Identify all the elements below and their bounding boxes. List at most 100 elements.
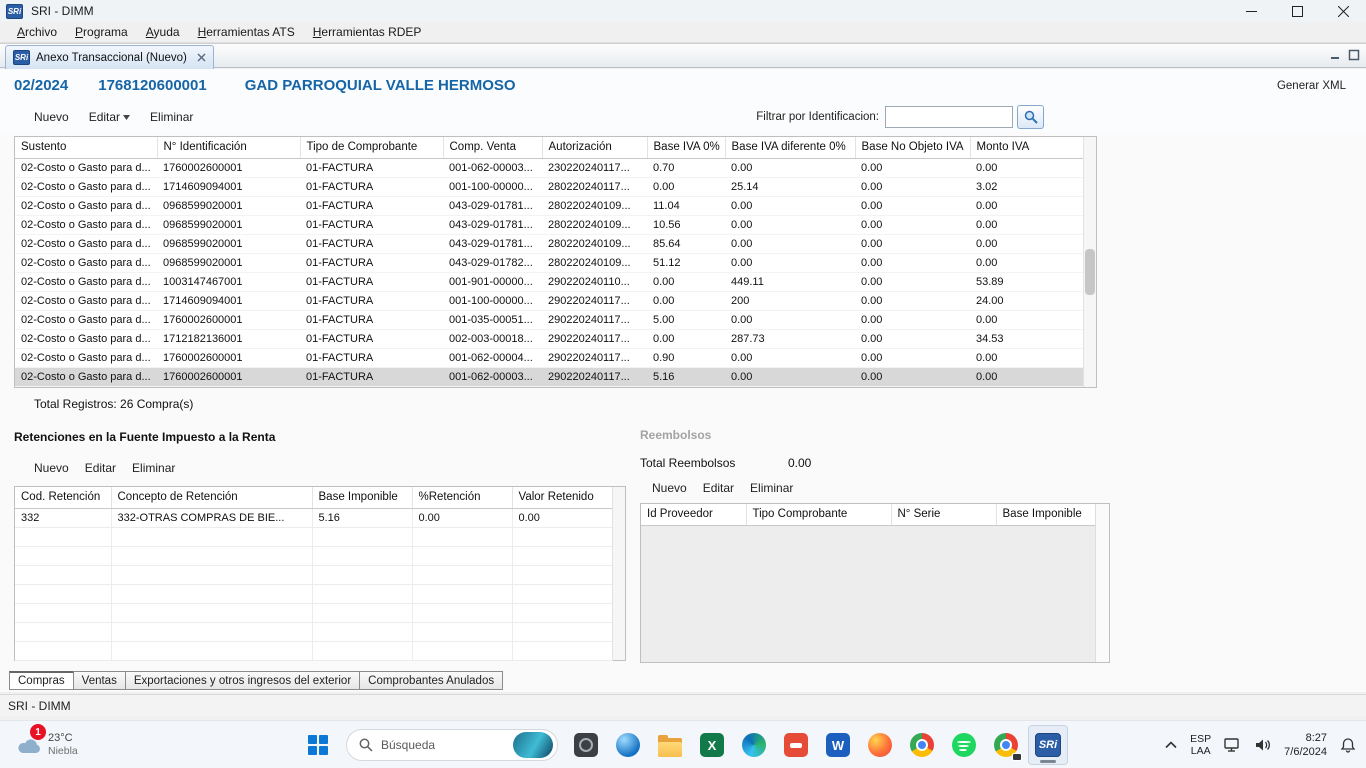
vertical-scrollbar[interactable]: [1083, 137, 1096, 387]
dark-camera-app-icon[interactable]: [566, 725, 606, 765]
tab-sri-icon: SRi: [13, 50, 30, 65]
close-button[interactable]: [1320, 0, 1366, 22]
reembolsos-title: Reembolsos: [640, 428, 711, 442]
editar-button[interactable]: Editar: [89, 110, 130, 124]
network-icon[interactable]: [1224, 738, 1242, 752]
chrome-controller-icon[interactable]: [986, 725, 1026, 765]
table-row[interactable]: 02-Costo o Gasto para d...17121821360010…: [15, 329, 1084, 348]
maximize-view-icon[interactable]: [1348, 49, 1360, 61]
table-row[interactable]: 02-Costo o Gasto para d...09685990200010…: [15, 215, 1084, 234]
table-row[interactable]: 02-Costo o Gasto para d...17600026000010…: [15, 310, 1084, 329]
tab-anexo-transaccional[interactable]: SRi Anexo Transaccional (Nuevo): [5, 45, 214, 69]
edge-icon[interactable]: [734, 725, 774, 765]
weather-widget[interactable]: 1 23°C Niebla: [8, 721, 86, 768]
menu-ayuda[interactable]: Ayuda: [137, 23, 189, 41]
ret-eliminar-button[interactable]: Eliminar: [132, 461, 175, 475]
excel-icon[interactable]: X: [692, 725, 732, 765]
chrome-icon[interactable]: [902, 725, 942, 765]
eliminar-button[interactable]: Eliminar: [150, 110, 193, 124]
table-row[interactable]: 02-Costo o Gasto para d...17146090940010…: [15, 291, 1084, 310]
column-header[interactable]: Base IVA diferente 0%: [725, 137, 855, 158]
table-cell: 24.00: [970, 291, 1084, 310]
table-cell: 0.00: [647, 291, 725, 310]
column-header[interactable]: Id Proveedor: [641, 504, 746, 525]
firefox-icon[interactable]: [860, 725, 900, 765]
table-cell: 10.56: [647, 215, 725, 234]
clock[interactable]: 8:27 7/6/2024: [1284, 731, 1327, 759]
word-icon[interactable]: W: [818, 725, 858, 765]
column-header[interactable]: Comp. Venta: [443, 137, 542, 158]
tab-exportaciones[interactable]: Exportaciones y otros ingresos del exter…: [125, 671, 360, 690]
table-cell: 0.00: [855, 234, 970, 253]
table-row[interactable]: 02-Costo o Gasto para d...09685990200010…: [15, 196, 1084, 215]
filter-input[interactable]: [885, 106, 1013, 128]
column-header[interactable]: Base Imponible: [312, 487, 412, 508]
empty-table-row: [15, 584, 612, 603]
ret-vertical-scrollbar[interactable]: [612, 487, 625, 660]
column-header[interactable]: Tipo de Comprobante: [300, 137, 443, 158]
column-header[interactable]: Tipo Comprobante: [746, 504, 891, 525]
column-header[interactable]: Base Imponible: [996, 504, 1097, 525]
column-header[interactable]: Base IVA 0%: [647, 137, 725, 158]
sri-dimm-taskbar-button[interactable]: SRi: [1028, 725, 1068, 765]
tab-close-icon[interactable]: [197, 53, 206, 62]
generar-xml-button[interactable]: Generar XML: [1277, 80, 1346, 92]
table-cell: 01-FACTURA: [300, 348, 443, 367]
table-cell: 53.89: [970, 272, 1084, 291]
notification-bell-icon[interactable]: [1340, 737, 1356, 753]
table-row[interactable]: 02-Costo o Gasto para d...17146090940010…: [15, 177, 1084, 196]
reemb-nuevo-button[interactable]: Nuevo: [652, 481, 687, 495]
nuevo-button[interactable]: Nuevo: [34, 110, 69, 124]
table-cell: 0.00: [970, 253, 1084, 272]
taskbar-search-box[interactable]: Búsqueda: [346, 729, 558, 761]
file-explorer-icon[interactable]: [650, 725, 690, 765]
blue-sphere-app-icon[interactable]: [608, 725, 648, 765]
column-header[interactable]: Autorización: [542, 137, 647, 158]
filter-search-button[interactable]: [1017, 105, 1044, 129]
table-row[interactable]: 02-Costo o Gasto para d...17600026000010…: [15, 367, 1084, 386]
spotify-icon[interactable]: [944, 725, 984, 765]
table-row[interactable]: 02-Costo o Gasto para d...09685990200010…: [15, 253, 1084, 272]
table-cell: 043-029-01781...: [443, 234, 542, 253]
table-cell: 01-FACTURA: [300, 253, 443, 272]
menu-archivo[interactable]: Archivo: [8, 23, 66, 41]
table-row[interactable]: 02-Costo o Gasto para d...09685990200010…: [15, 234, 1084, 253]
search-highlight-image[interactable]: [513, 732, 553, 758]
tab-ventas[interactable]: Ventas: [73, 671, 126, 690]
tray-chevron-up-icon[interactable]: [1165, 741, 1177, 749]
ret-nuevo-button[interactable]: Nuevo: [34, 461, 69, 475]
maximize-button[interactable]: [1274, 0, 1320, 22]
menu-programa[interactable]: Programa: [66, 23, 137, 41]
language-indicator[interactable]: ESP LAA: [1190, 733, 1211, 757]
column-header[interactable]: Monto IVA: [970, 137, 1084, 158]
minimize-button[interactable]: [1228, 0, 1274, 22]
tab-compras[interactable]: Compras: [9, 671, 74, 690]
column-header[interactable]: Concepto de Retención: [111, 487, 312, 508]
column-header[interactable]: N° Serie: [891, 504, 996, 525]
table-row[interactable]: 02-Costo o Gasto para d...17600026000010…: [15, 348, 1084, 367]
column-header[interactable]: %Retención: [412, 487, 512, 508]
table-cell: 0.00: [970, 367, 1084, 386]
column-header[interactable]: Sustento: [15, 137, 157, 158]
red-app-icon[interactable]: [776, 725, 816, 765]
table-row[interactable]: 02-Costo o Gasto para d...10031474670010…: [15, 272, 1084, 291]
column-header[interactable]: Cod. Retención: [15, 487, 111, 508]
column-header[interactable]: Valor Retenido: [512, 487, 612, 508]
ret-editar-button[interactable]: Editar: [85, 461, 116, 475]
reemb-vertical-scrollbar[interactable]: [1095, 504, 1109, 662]
scrollbar-thumb[interactable]: [1085, 249, 1095, 295]
table-row[interactable]: 02-Costo o Gasto para d...17600026000010…: [15, 158, 1084, 177]
column-header[interactable]: Base No Objeto IVA: [855, 137, 970, 158]
table-cell: 200: [725, 291, 855, 310]
start-button[interactable]: [298, 725, 338, 765]
tab-comprobantes-anulados[interactable]: Comprobantes Anulados: [359, 671, 503, 690]
column-header[interactable]: N° Identificación: [157, 137, 300, 158]
minimize-view-icon[interactable]: [1330, 49, 1342, 61]
reemb-eliminar-button[interactable]: Eliminar: [750, 481, 793, 495]
menu-herramientas-ats[interactable]: Herramientas ATS: [189, 23, 304, 41]
table-row[interactable]: 332332-OTRAS COMPRAS DE BIE...5.160.000.…: [15, 508, 612, 527]
reemb-editar-button[interactable]: Editar: [703, 481, 734, 495]
menu-herramientas-rdep[interactable]: Herramientas RDEP: [304, 23, 431, 41]
table-cell: 0.00: [647, 177, 725, 196]
volume-icon[interactable]: [1255, 738, 1271, 752]
